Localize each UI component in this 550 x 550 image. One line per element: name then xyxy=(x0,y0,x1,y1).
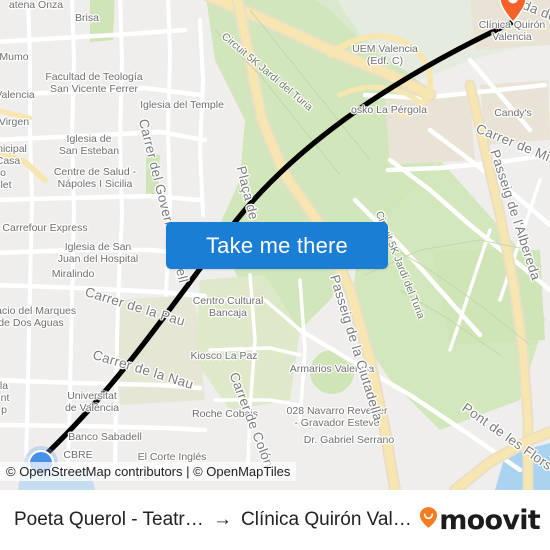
route-footer-bar: Poeta Querol - Teatre Princi... → Clínic… xyxy=(0,490,550,550)
moovit-logo[interactable]: moovit xyxy=(419,504,541,536)
route-destination-label: Clínica Quirón Valen... xyxy=(241,509,414,530)
destination-pin[interactable] xyxy=(499,0,527,23)
take-me-there-button[interactable]: Take me there xyxy=(166,222,388,269)
map-canvas[interactable]: atena Onza Brisa Mumo Facultad de Teología S… xyxy=(0,0,550,490)
route-summary: Poeta Querol - Teatre Princi... → Clínic… xyxy=(14,509,413,531)
moovit-wordmark: moovit xyxy=(439,504,540,536)
route-origin-label: Poeta Querol - Teatre Princi... xyxy=(14,509,204,530)
moovit-map-screen: atena Onza Brisa Mumo Facultad de Teología S… xyxy=(0,0,550,550)
moovit-pin-icon xyxy=(419,506,438,534)
route-arrow-icon: → xyxy=(213,509,232,530)
map-attribution[interactable]: © OpenStreetMap contributors | © OpenMap… xyxy=(0,462,297,481)
